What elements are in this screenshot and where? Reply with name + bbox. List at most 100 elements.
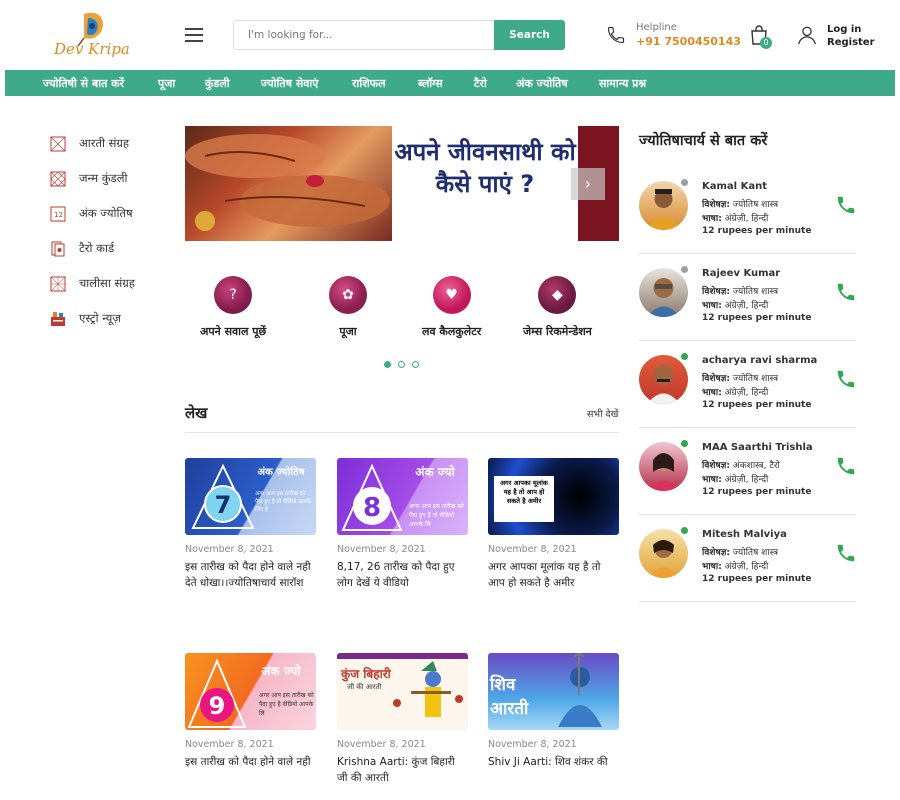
sidebar-item-chalisa[interactable]: चालीसा संग्रह	[50, 274, 170, 309]
register-label[interactable]: Register	[827, 36, 875, 49]
astrologer-name[interactable]: MAA Saarthi Trishla	[702, 442, 813, 453]
astrologer-languages: भाषा: अंग्रेज़ी, हिन्दी	[702, 388, 769, 398]
user-icon[interactable]	[796, 24, 818, 46]
status-indicator	[681, 179, 688, 186]
hero-banner[interactable]: अपने जीवनसाथी को कैसे पाएं ?	[185, 126, 619, 241]
nav-item-puja[interactable]: पूजा	[158, 76, 175, 91]
article-thumbnail: 7 अंक ज्योतिष अगर आप इस तारीख को पैदा हु…	[185, 458, 316, 535]
astrologer-card[interactable]: acharya ravi sharma विशेषज्ञ: ज्योतिष शा…	[639, 341, 856, 428]
krishna-image	[393, 661, 463, 717]
nav-item-tarot[interactable]: टैरो	[474, 76, 487, 91]
carousel-dot-1[interactable]	[384, 361, 391, 368]
astrologer-languages: भाषा: अंग्रेज़ी, हिन्दी	[702, 301, 769, 311]
sidebar-item-aarti[interactable]: आरती संग्रह	[50, 134, 170, 169]
sidebar-item-janm-kundli[interactable]: जन्म कुंडली	[50, 169, 170, 204]
astrologer-specialty: विशेषज्ञ: ज्योतिष शास्त्र	[702, 548, 779, 558]
call-icon[interactable]	[835, 542, 857, 564]
nav-item-rashifal[interactable]: राशिफल	[352, 76, 386, 91]
article-title[interactable]: 8,17, 26 तारीख को पैदा हुए लोग देखें ये …	[337, 559, 468, 591]
article-title[interactable]: Krishna Aarti: कुंज बिहारी जी की आरती	[337, 754, 468, 786]
nav-item-kundli[interactable]: कुंडली	[205, 76, 230, 91]
carousel-dot-3[interactable]	[412, 361, 419, 368]
astrologer-languages: भाषा: अंग्रेज़ी, हिन्दी	[702, 475, 769, 485]
article-thumbnail: कुंज बिहारी जी की आरती	[337, 653, 468, 730]
astrologer-name[interactable]: Rajeev Kumar	[702, 268, 780, 279]
avatar	[639, 442, 688, 491]
sidebar-item-astro-news[interactable]: एस्ट्रो न्यूज़	[50, 309, 170, 344]
call-icon[interactable]	[835, 455, 857, 477]
astrologer-rate: 12 rupees per minute	[702, 313, 812, 323]
sidebar-item-label: टैरो कार्ड	[79, 241, 115, 255]
search-input[interactable]	[233, 20, 495, 50]
quick-link-label: पूजा	[339, 325, 357, 338]
numerology-icon: 12	[50, 206, 66, 222]
astrologer-name[interactable]: Mitesh Malviya	[702, 529, 787, 540]
sidebar-item-numerology[interactable]: 12 अंक ज्योतिष	[50, 204, 170, 239]
see-all-link[interactable]: सभी देखें	[587, 407, 618, 420]
thumbnail-caption: अगर आपका मूलांक यह है तो आप हो सकते है अ…	[494, 476, 554, 522]
astrologer-specialty: विशेषज्ञ: ज्योतिष शास्त्र	[702, 287, 779, 297]
article-card[interactable]: अगर आपका मूलांक यह है तो आप हो सकते है अ…	[488, 458, 619, 591]
status-indicator	[681, 353, 688, 360]
article-card[interactable]: 9 अंक ज्यो अगर आप इस तारीख को पैदा हुए ह…	[185, 653, 316, 770]
article-title[interactable]: इस तारीख को पैदा होने वाले नही	[185, 754, 316, 770]
quick-link-gems-recommendation[interactable]: ◆ जेम्स रिकमेन्डेशन	[523, 276, 592, 339]
banner-headline: अपने जीवनसाथी को कैसे पाएं ?	[394, 138, 576, 198]
astrologer-name[interactable]: acharya ravi sharma	[702, 355, 817, 366]
avatar	[639, 181, 688, 230]
carousel-dot-2[interactable]	[398, 361, 405, 368]
article-title[interactable]: इस तारीख को पैदा होने वाले नही देते धोखा…	[185, 559, 316, 591]
astrologer-card[interactable]: Mitesh Malviya विशेषज्ञ: ज्योतिष शास्त्र…	[639, 515, 856, 602]
avatar	[639, 529, 688, 578]
quick-link-puja[interactable]: ✿ पूजा	[329, 276, 367, 339]
article-card[interactable]: 8 अंक ज्यो अगर आप इस तारीख को पैदा हुए ह…	[337, 458, 468, 591]
quick-link-label: अपने सवाल पूछें	[200, 325, 267, 338]
quick-link-label: लव कैलकुलेटर	[422, 325, 482, 338]
astrologer-card[interactable]: Kamal Kant विशेषज्ञ: ज्योतिष शास्त्र भाष…	[639, 167, 856, 254]
helpline-number[interactable]: +91 7500450143	[636, 35, 741, 48]
article-title[interactable]: अगर आपका मूलांक यह है तो आप हो सकते है अ…	[488, 559, 619, 591]
nav-item-astrology-services[interactable]: ज्योतिष सेवाएं	[261, 76, 318, 91]
status-indicator	[681, 527, 688, 534]
quick-link-love-calculator[interactable]: ♥ लव कैलकुलेटर	[422, 276, 481, 339]
article-date: November 8, 2021	[185, 739, 274, 750]
article-card[interactable]: 7 अंक ज्योतिष अगर आप इस तारीख को पैदा हु…	[185, 458, 316, 591]
astrologer-card[interactable]: Rajeev Kumar विशेषज्ञ: ज्योतिष शास्त्र भ…	[639, 254, 856, 341]
avatar	[639, 268, 688, 317]
nav-item-talk-to-astrologer[interactable]: ज्योतिषी से बात करें	[43, 76, 124, 91]
tarot-icon	[51, 241, 65, 257]
thumbnail-heading: शिव आरती	[490, 675, 529, 719]
article-title[interactable]: Shiv Ji Aarti: शिव शंकर की	[488, 754, 619, 770]
sidebar-item-tarot[interactable]: टैरो कार्ड	[50, 239, 170, 274]
logo[interactable]: Dev Kripa	[44, 8, 130, 62]
call-icon[interactable]	[835, 368, 857, 390]
astrologer-card[interactable]: MAA Saarthi Trishla विशेषज्ञ: अंकशास्त्र…	[639, 428, 856, 515]
carousel-next-button[interactable]: ›	[571, 168, 605, 200]
thumbnail-number: 8	[363, 493, 381, 523]
nav-item-faq[interactable]: सामान्य प्रश्न	[599, 76, 646, 91]
sidebar-item-label: जन्म कुंडली	[79, 171, 128, 185]
thumbnail-heading: अंक ज्योतिष	[258, 465, 306, 478]
search-button[interactable]: Search	[494, 20, 565, 50]
astrologer-name[interactable]: Kamal Kant	[702, 181, 767, 192]
nav-item-numerology[interactable]: अंक ज्योतिष	[516, 76, 568, 91]
banner-image	[185, 126, 392, 241]
astrologer-rate: 12 rupees per minute	[702, 226, 812, 236]
login-label[interactable]: Log in	[827, 23, 875, 36]
article-card[interactable]: शिव आरती November 8, 2021 Shiv Ji Aarti:…	[488, 653, 619, 770]
nav-item-blogs[interactable]: ब्लॉग्स	[418, 76, 443, 91]
aarti-icon	[50, 136, 66, 152]
article-card[interactable]: कुंज बिहारी जी की आरती November 8, 2021 …	[337, 653, 468, 786]
article-date: November 8, 2021	[488, 739, 577, 750]
sidebar-item-label: एस्ट्रो न्यूज़	[79, 311, 121, 325]
call-icon[interactable]	[835, 281, 857, 303]
svg-text:12: 12	[54, 211, 63, 219]
menu-toggle-button[interactable]	[185, 28, 203, 42]
helpline-label: Helpline	[636, 22, 677, 33]
quick-link-ask-question[interactable]: ? अपने सवाल पूछें	[200, 276, 266, 339]
call-icon[interactable]	[835, 194, 857, 216]
login-register-link[interactable]: Log in Register	[827, 23, 875, 49]
astrologers-panel-title: ज्योतिषाचार्य से बात करें	[639, 133, 768, 149]
status-indicator	[681, 266, 688, 273]
astrologer-rate: 12 rupees per minute	[702, 487, 812, 497]
